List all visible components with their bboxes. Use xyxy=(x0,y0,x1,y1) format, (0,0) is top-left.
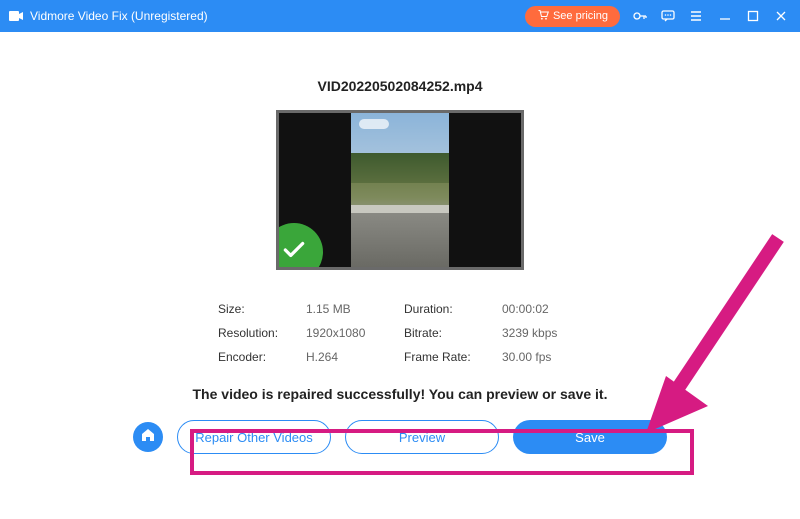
titlebar: Vidmore Video Fix (Unregistered) See pri… xyxy=(0,0,800,32)
encoder-value: H.264 xyxy=(306,350,396,364)
menu-icon[interactable] xyxy=(688,8,704,24)
main-content: VID20220502084252.mp4 Size: 1.15 MB Dura… xyxy=(0,32,800,519)
encoder-label: Encoder: xyxy=(218,350,298,364)
action-row: Repair Other Videos Preview Save xyxy=(133,420,667,454)
status-message: The video is repaired successfully! You … xyxy=(193,386,608,402)
app-title: Vidmore Video Fix (Unregistered) xyxy=(30,9,208,23)
maximize-button[interactable] xyxy=(746,9,760,23)
save-label: Save xyxy=(575,430,605,445)
close-button[interactable] xyxy=(774,9,788,23)
resolution-label: Resolution: xyxy=(218,326,298,340)
titlebar-left: Vidmore Video Fix (Unregistered) xyxy=(8,8,208,24)
duration-label: Duration: xyxy=(404,302,494,316)
size-label: Size: xyxy=(218,302,298,316)
success-badge xyxy=(276,223,323,270)
titlebar-tools xyxy=(632,8,704,24)
file-name: VID20220502084252.mp4 xyxy=(317,78,482,94)
duration-value: 00:00:02 xyxy=(502,302,582,316)
bitrate-label: Bitrate: xyxy=(404,326,494,340)
see-pricing-button[interactable]: See pricing xyxy=(525,6,620,27)
home-icon xyxy=(140,427,156,448)
save-button[interactable]: Save xyxy=(513,420,667,454)
cart-icon xyxy=(537,9,549,24)
framerate-value: 30.00 fps xyxy=(502,350,582,364)
see-pricing-label: See pricing xyxy=(553,10,608,22)
checkmark-icon xyxy=(281,237,307,268)
preview-button[interactable]: Preview xyxy=(345,420,499,454)
video-thumbnail xyxy=(276,110,524,270)
meta-grid: Size: 1.15 MB Duration: 00:00:02 Resolut… xyxy=(218,302,582,364)
repair-other-label: Repair Other Videos xyxy=(195,430,313,445)
app-logo-icon xyxy=(8,8,24,24)
resolution-value: 1920x1080 xyxy=(306,326,396,340)
feedback-icon[interactable] xyxy=(660,8,676,24)
size-value: 1.15 MB xyxy=(306,302,396,316)
preview-label: Preview xyxy=(399,430,445,445)
home-button[interactable] xyxy=(133,422,163,452)
framerate-label: Frame Rate: xyxy=(404,350,494,364)
bitrate-value: 3239 kbps xyxy=(502,326,582,340)
minimize-button[interactable] xyxy=(718,9,732,23)
window-controls xyxy=(718,9,788,23)
app-window: Vidmore Video Fix (Unregistered) See pri… xyxy=(0,0,800,519)
repair-other-videos-button[interactable]: Repair Other Videos xyxy=(177,420,331,454)
key-icon[interactable] xyxy=(632,8,648,24)
